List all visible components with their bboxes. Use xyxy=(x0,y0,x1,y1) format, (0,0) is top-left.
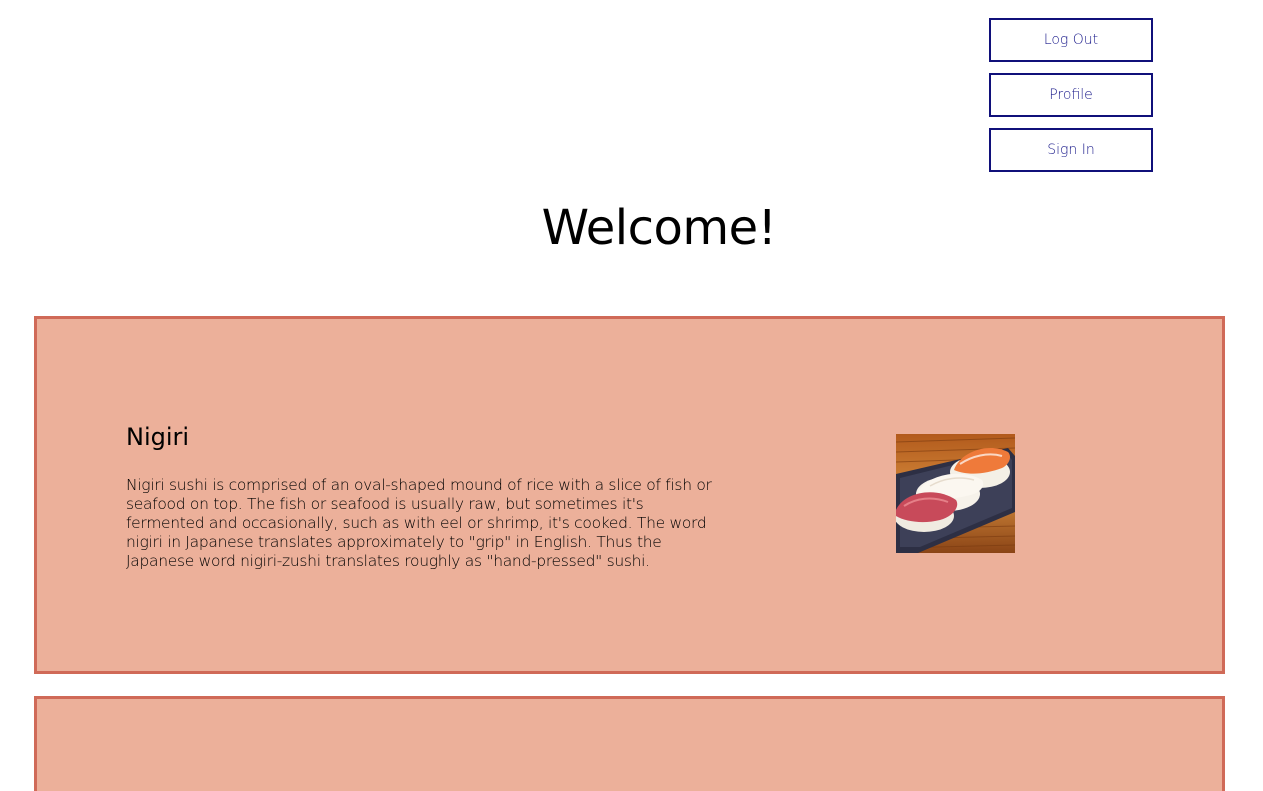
welcome-heading: Welcome! xyxy=(541,200,777,256)
card-description: Nigiri sushi is comprised of an oval-sha… xyxy=(126,476,712,570)
profile-button[interactable]: Profile xyxy=(989,73,1153,117)
sushi-card-nigiri: Nigiri Nigiri sushi is comprised of an o… xyxy=(34,316,1225,674)
page: Log Out Profile Sign In Welcome! Nigiri … xyxy=(0,0,1263,791)
log-out-button[interactable]: Log Out xyxy=(989,18,1153,62)
nigiri-sushi-image xyxy=(896,434,1015,553)
card-title: Nigiri xyxy=(126,423,190,451)
sushi-card-2 xyxy=(34,696,1225,791)
sign-in-button[interactable]: Sign In xyxy=(989,128,1153,172)
